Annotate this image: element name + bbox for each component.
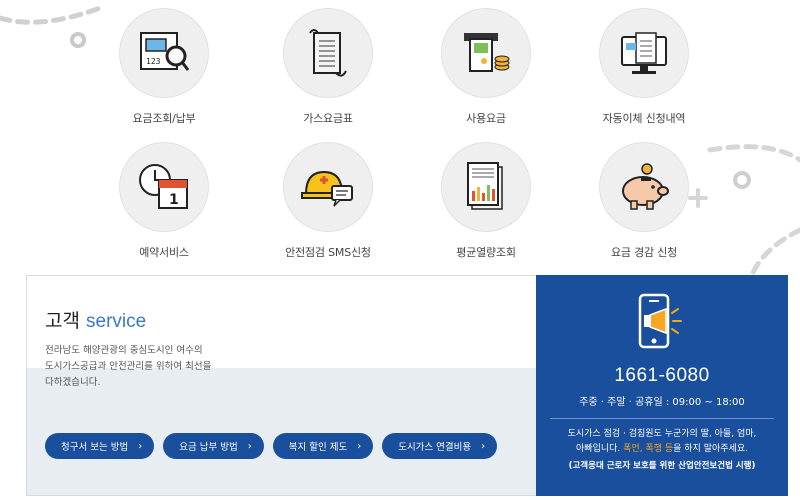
chevron-right-icon: › bbox=[138, 440, 143, 452]
piggy-bank-icon bbox=[622, 163, 669, 210]
service-label: 안전점검 SMS신청 bbox=[285, 246, 371, 259]
bar-report-icon bbox=[467, 162, 503, 210]
notice-line-2: 아빠입니다. 폭언, 폭행 등을 하지 말아주세요. bbox=[544, 442, 780, 457]
service-reservation[interactable]: 1 예약서비스 bbox=[84, 142, 244, 260]
notice-line: 도시가스 점검 · 검침원도 누군가의 딸, 아들, 엄마, bbox=[567, 429, 757, 439]
connection-cost-button[interactable]: 도시가스 연결비용 › bbox=[382, 433, 498, 459]
payment-method-button[interactable]: 요금 납부 방법 › bbox=[163, 433, 264, 459]
service-rate-sheet[interactable]: 가스요금표 bbox=[248, 8, 408, 126]
button-label: 복지 할인 제도 bbox=[288, 442, 348, 453]
customer-button-group: 청구서 보는 방법 › 요금 납부 방법 › 복지 할인 제도 › 도시가스 연… bbox=[45, 433, 498, 459]
chevron-right-icon: › bbox=[481, 440, 486, 452]
service-grid: 123 요금조회/납부 가스요금표 사용요금 자동이체 신청내역 1 예약서비스… bbox=[0, 0, 800, 268]
service-usage-fee[interactable]: 사용요금 bbox=[406, 8, 566, 126]
service-fee-reduction[interactable]: 요금 경감 신청 bbox=[564, 142, 724, 260]
service-label: 가스요금표 bbox=[303, 112, 353, 125]
service-label: 예약서비스 bbox=[139, 246, 189, 259]
service-label: 자동이체 신청내역 bbox=[602, 112, 686, 125]
contact-law-notice: (고객응대 근로자 보호를 위한 산업안전보건법 시행) bbox=[568, 461, 756, 471]
customer-service-panel: 고객 service 전라남도 해양관광의 중심도시인 여수의 도시가스공급과 … bbox=[26, 275, 536, 496]
button-label: 청구서 보는 방법 bbox=[61, 442, 129, 453]
clock-calendar-icon: 1 bbox=[139, 164, 188, 209]
contact-notice: 도시가스 점검 · 검침원도 누군가의 딸, 아들, 엄마, 아빠입니다. 폭언… bbox=[544, 427, 780, 457]
welfare-discount-button[interactable]: 복지 할인 제도 › bbox=[272, 433, 374, 459]
bill-search-icon: 123 bbox=[140, 32, 190, 71]
svg-text:123: 123 bbox=[146, 57, 161, 66]
card-payment-icon bbox=[464, 33, 510, 72]
service-auto-transfer[interactable]: 자동이체 신청내역 bbox=[564, 8, 724, 126]
service-avg-calorie[interactable]: 평균열량조회 bbox=[406, 142, 566, 260]
customer-title: 고객 service bbox=[45, 306, 146, 333]
desc-line: 전라남도 해양관광의 중심도시인 여수의 bbox=[45, 345, 203, 356]
customer-title-accent: service bbox=[86, 311, 147, 332]
service-safety-sms[interactable]: 안전점검 SMS신청 bbox=[248, 142, 408, 260]
notice-text: 아빠입니다. bbox=[576, 444, 621, 454]
contact-divider bbox=[550, 418, 774, 419]
chevron-right-icon: › bbox=[357, 440, 362, 452]
customer-title-main: 고객 bbox=[45, 310, 80, 332]
button-label: 도시가스 연결비용 bbox=[398, 442, 472, 453]
contact-panel: 1661-6080 주중 · 주말 · 공휴일 : 09:00 ~ 18:00 … bbox=[536, 275, 788, 496]
service-label: 요금 경감 신청 bbox=[610, 246, 678, 259]
contact-hours: 주중 · 주말 · 공휴일 : 09:00 ~ 18:00 bbox=[579, 397, 745, 408]
service-bill-inquiry[interactable]: 123 요금조회/납부 bbox=[84, 8, 244, 126]
helmet-message-icon bbox=[301, 170, 353, 207]
service-label: 평균열량조회 bbox=[456, 246, 516, 259]
rate-sheet-icon bbox=[309, 29, 347, 77]
desc-line: 다하겠습니다. bbox=[45, 377, 101, 388]
notice-highlight: 폭언, 폭행 등 bbox=[623, 444, 674, 454]
svg-text:1: 1 bbox=[169, 192, 179, 208]
how-to-read-bill-button[interactable]: 청구서 보는 방법 › bbox=[45, 433, 155, 459]
monitor-document-icon bbox=[621, 32, 667, 74]
desc-line: 도시가스공급과 안전관리를 위하여 최선을 bbox=[45, 361, 212, 372]
chevron-right-icon: › bbox=[247, 440, 252, 452]
contact-phone-number[interactable]: 1661-6080 bbox=[536, 365, 788, 387]
service-label: 요금조회/납부 bbox=[132, 112, 196, 125]
button-label: 요금 납부 방법 bbox=[179, 442, 238, 453]
notice-text: 을 하지 말아주세요. bbox=[673, 444, 748, 454]
customer-description: 전라남도 해양관광의 중심도시인 여수의 도시가스공급과 안전관리를 위하여 최… bbox=[45, 343, 265, 391]
service-label: 사용요금 bbox=[466, 112, 506, 125]
phone-megaphone-icon bbox=[638, 293, 682, 349]
